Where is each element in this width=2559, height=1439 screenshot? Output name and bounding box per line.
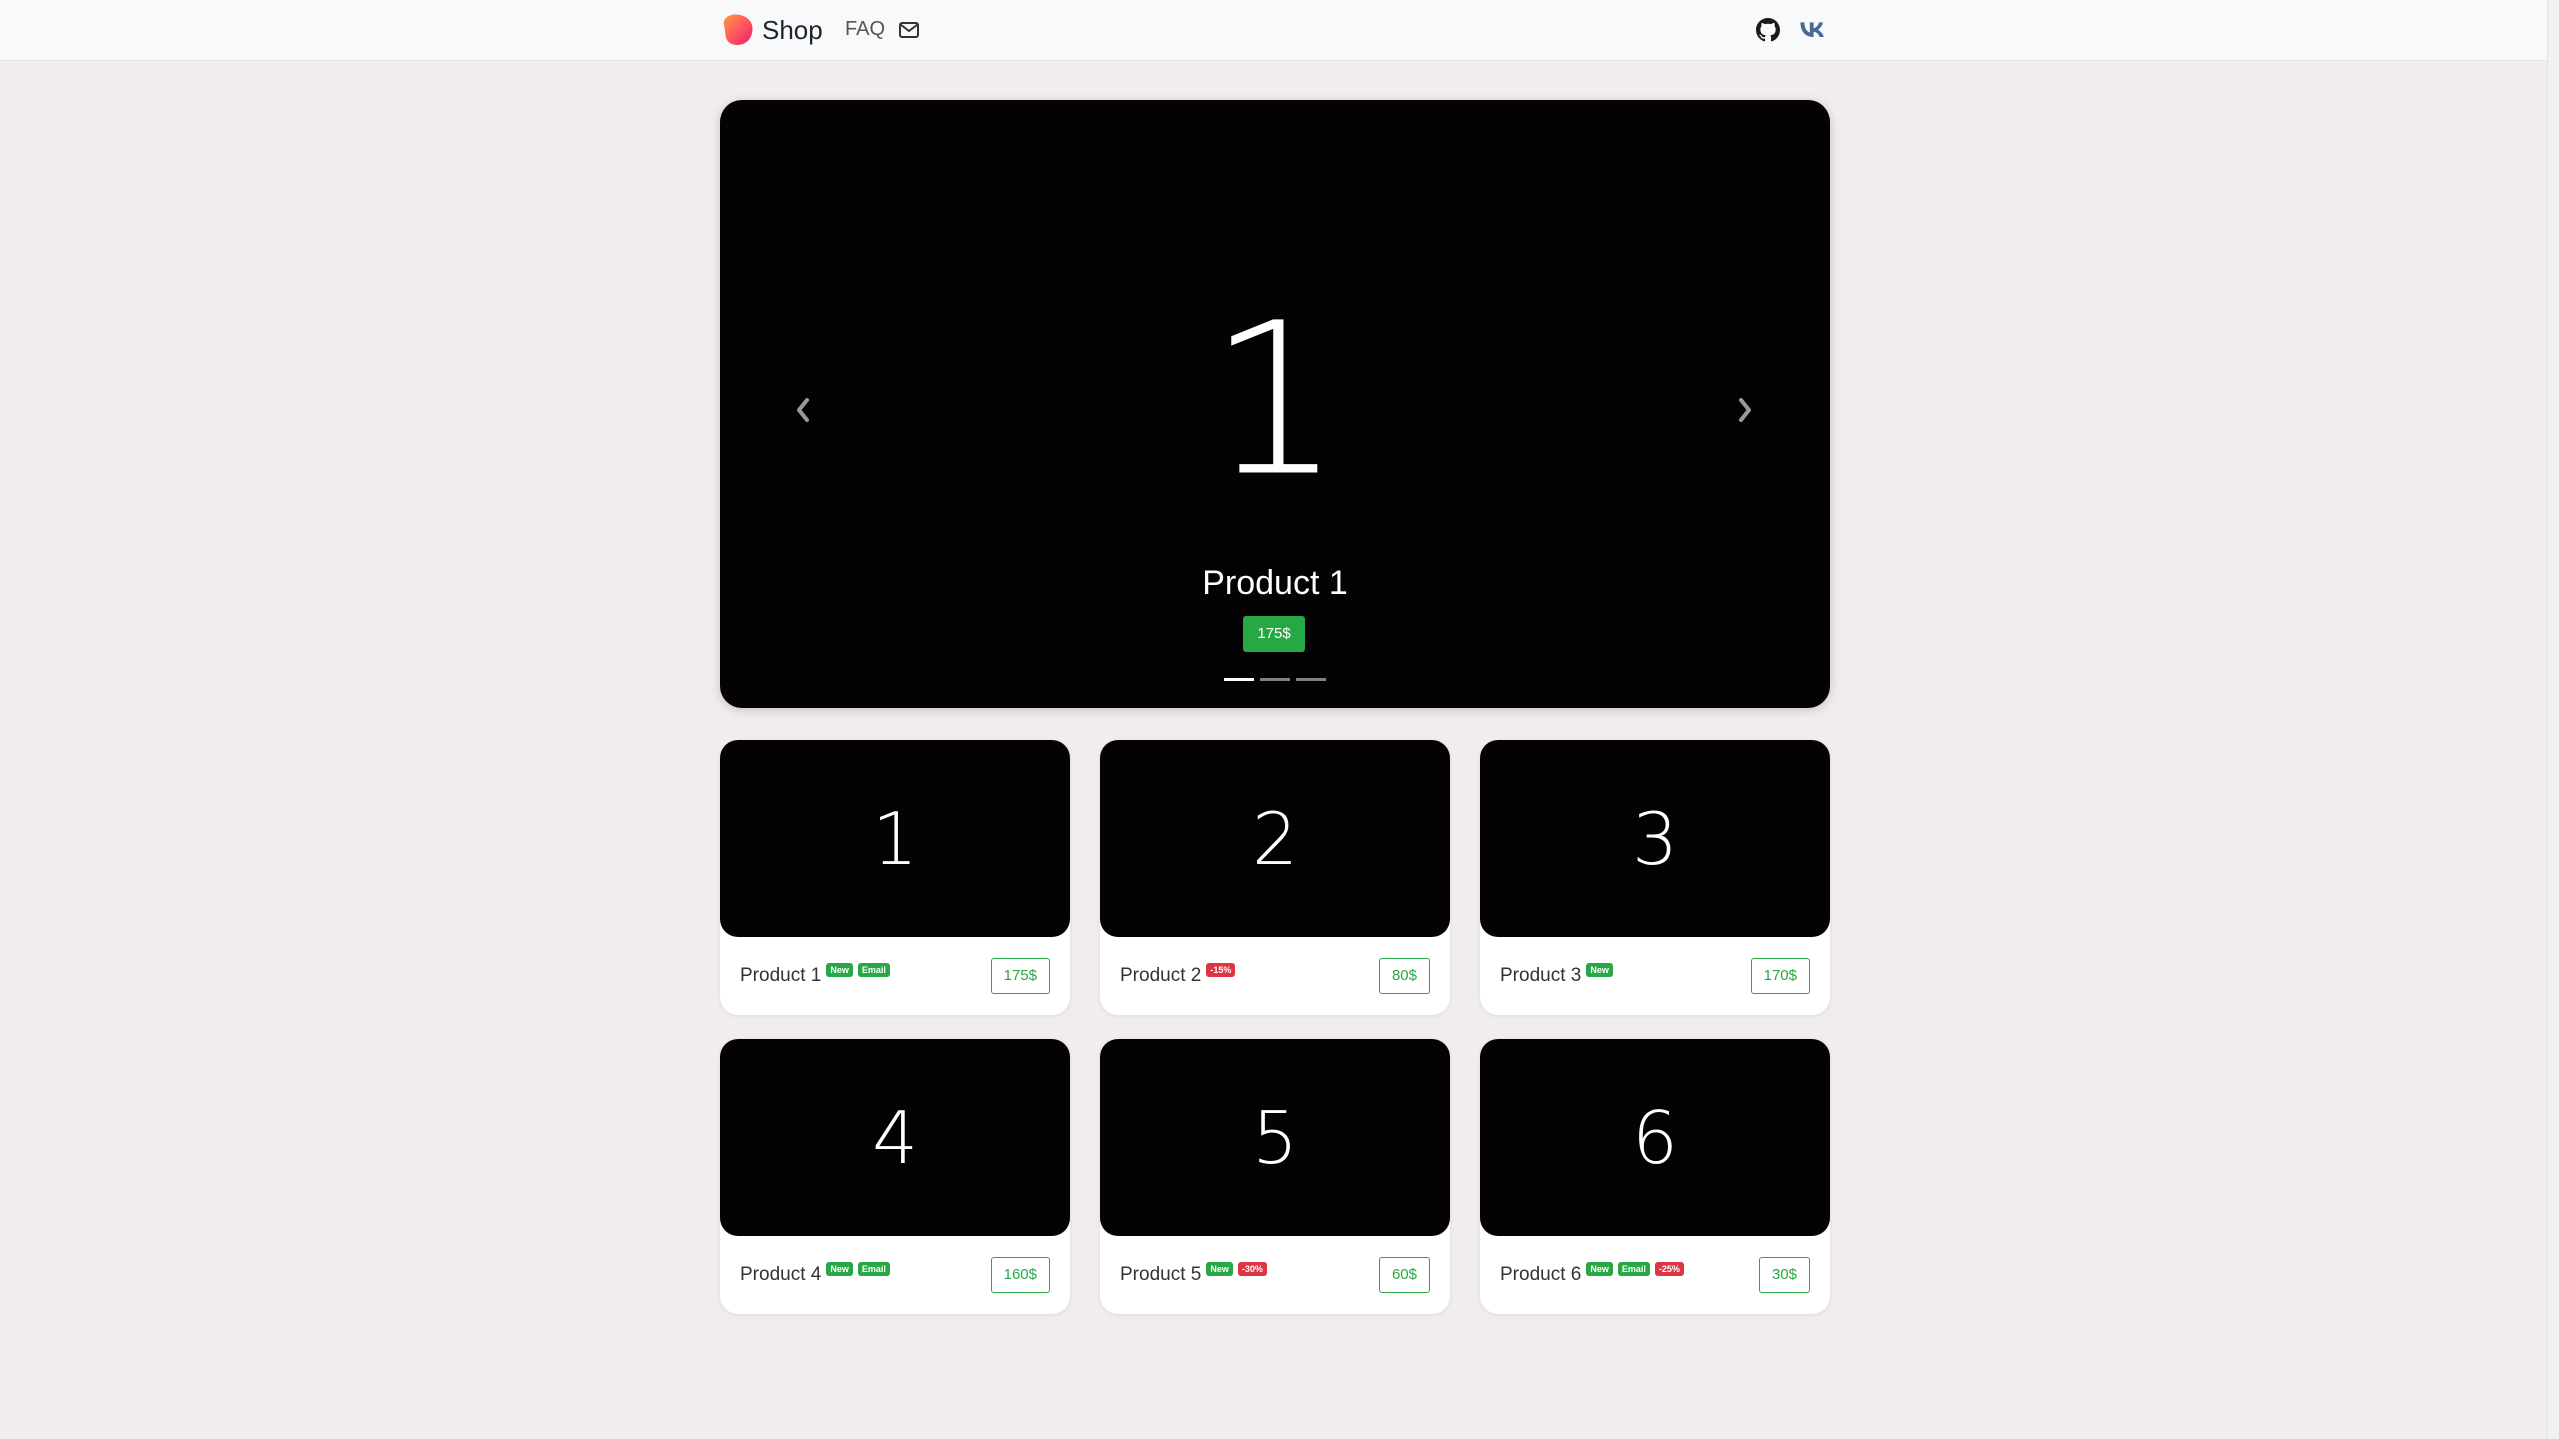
product-badge: New (1586, 963, 1613, 977)
product-price-button[interactable]: 170$ (1750, 958, 1810, 994)
product-name[interactable]: Product 3 New (1500, 963, 1613, 987)
hero-slide-number: 1 (1208, 277, 1342, 523)
vk-icon[interactable] (1798, 18, 1826, 42)
page-scrollbar[interactable] (2547, 0, 2559, 1439)
product-badge: New (826, 963, 853, 977)
product-badge: -25% (1654, 1262, 1684, 1276)
carousel-indicator-2[interactable] (1260, 678, 1290, 681)
product-name[interactable]: Product 2 -15% (1120, 963, 1236, 987)
brand-text: Shop (762, 14, 823, 45)
logo-icon (723, 14, 753, 45)
github-icon[interactable] (1756, 18, 1780, 42)
product-card[interactable]: 2 Product 2 -15% 80$ (1100, 740, 1450, 1015)
product-badge: New (1206, 1262, 1233, 1276)
product-card[interactable]: 6 Product 6 New Email -25% 30$ (1480, 1039, 1830, 1314)
mail-icon[interactable] (898, 19, 920, 41)
product-number: 5 (1252, 1095, 1298, 1180)
product-name[interactable]: Product 6 New Email -25% (1500, 1262, 1684, 1286)
product-name-text: Product 5 (1120, 1264, 1202, 1285)
product-badge: -30% (1237, 1262, 1267, 1276)
product-number: 4 (872, 1095, 918, 1180)
carousel-prev-icon[interactable] (793, 392, 813, 428)
product-name-text: Product 4 (740, 1264, 822, 1285)
product-badge: Email (857, 963, 890, 977)
product-price-button[interactable]: 30$ (1758, 1257, 1810, 1293)
navbar: Shop FAQ (0, 0, 2547, 61)
hero-slide-title: Product 1 (1202, 564, 1348, 602)
product-price-button[interactable]: 160$ (990, 1257, 1050, 1293)
product-badge: Email (857, 1262, 890, 1276)
nav-faq-link[interactable]: FAQ (845, 18, 885, 41)
hero-carousel[interactable]: 1 Product 1 175$ (720, 100, 1830, 708)
carousel-next-icon[interactable] (1735, 392, 1755, 428)
product-name[interactable]: Product 5 New -30% (1120, 1262, 1267, 1286)
product-badge: New (826, 1262, 853, 1276)
carousel-indicator-3[interactable] (1296, 678, 1326, 681)
product-name[interactable]: Product 4 New Email (740, 1262, 890, 1286)
product-number: 2 (1252, 796, 1298, 881)
product-badge: New (1586, 1262, 1613, 1276)
product-price-button[interactable]: 80$ (1378, 958, 1430, 994)
product-name-text: Product 1 (740, 965, 822, 986)
product-number: 6 (1632, 1095, 1678, 1180)
product-card[interactable]: 4 Product 4 New Email 160$ (720, 1039, 1070, 1314)
product-badge: -15% (1206, 963, 1236, 977)
hero-price-badge[interactable]: 175$ (1243, 616, 1305, 652)
product-price-button[interactable]: 60$ (1378, 1257, 1430, 1293)
product-card[interactable]: 3 Product 3 New 170$ (1480, 740, 1830, 1015)
product-number: 3 (1632, 796, 1678, 881)
product-price-button[interactable]: 175$ (990, 958, 1050, 994)
carousel-indicator-1[interactable] (1224, 678, 1254, 681)
product-name[interactable]: Product 1 New Email (740, 963, 890, 987)
carousel-indicators (1224, 678, 1326, 681)
product-name-text: Product 6 (1500, 1264, 1582, 1285)
product-card[interactable]: 5 Product 5 New -30% 60$ (1100, 1039, 1450, 1314)
product-number: 1 (872, 796, 918, 881)
brand-link[interactable]: Shop (718, 11, 823, 49)
product-card[interactable]: 1 Product 1 New Email 175$ (720, 740, 1070, 1015)
product-badge: Email (1617, 1262, 1650, 1276)
product-name-text: Product 3 (1500, 965, 1582, 986)
product-name-text: Product 2 (1120, 965, 1202, 986)
